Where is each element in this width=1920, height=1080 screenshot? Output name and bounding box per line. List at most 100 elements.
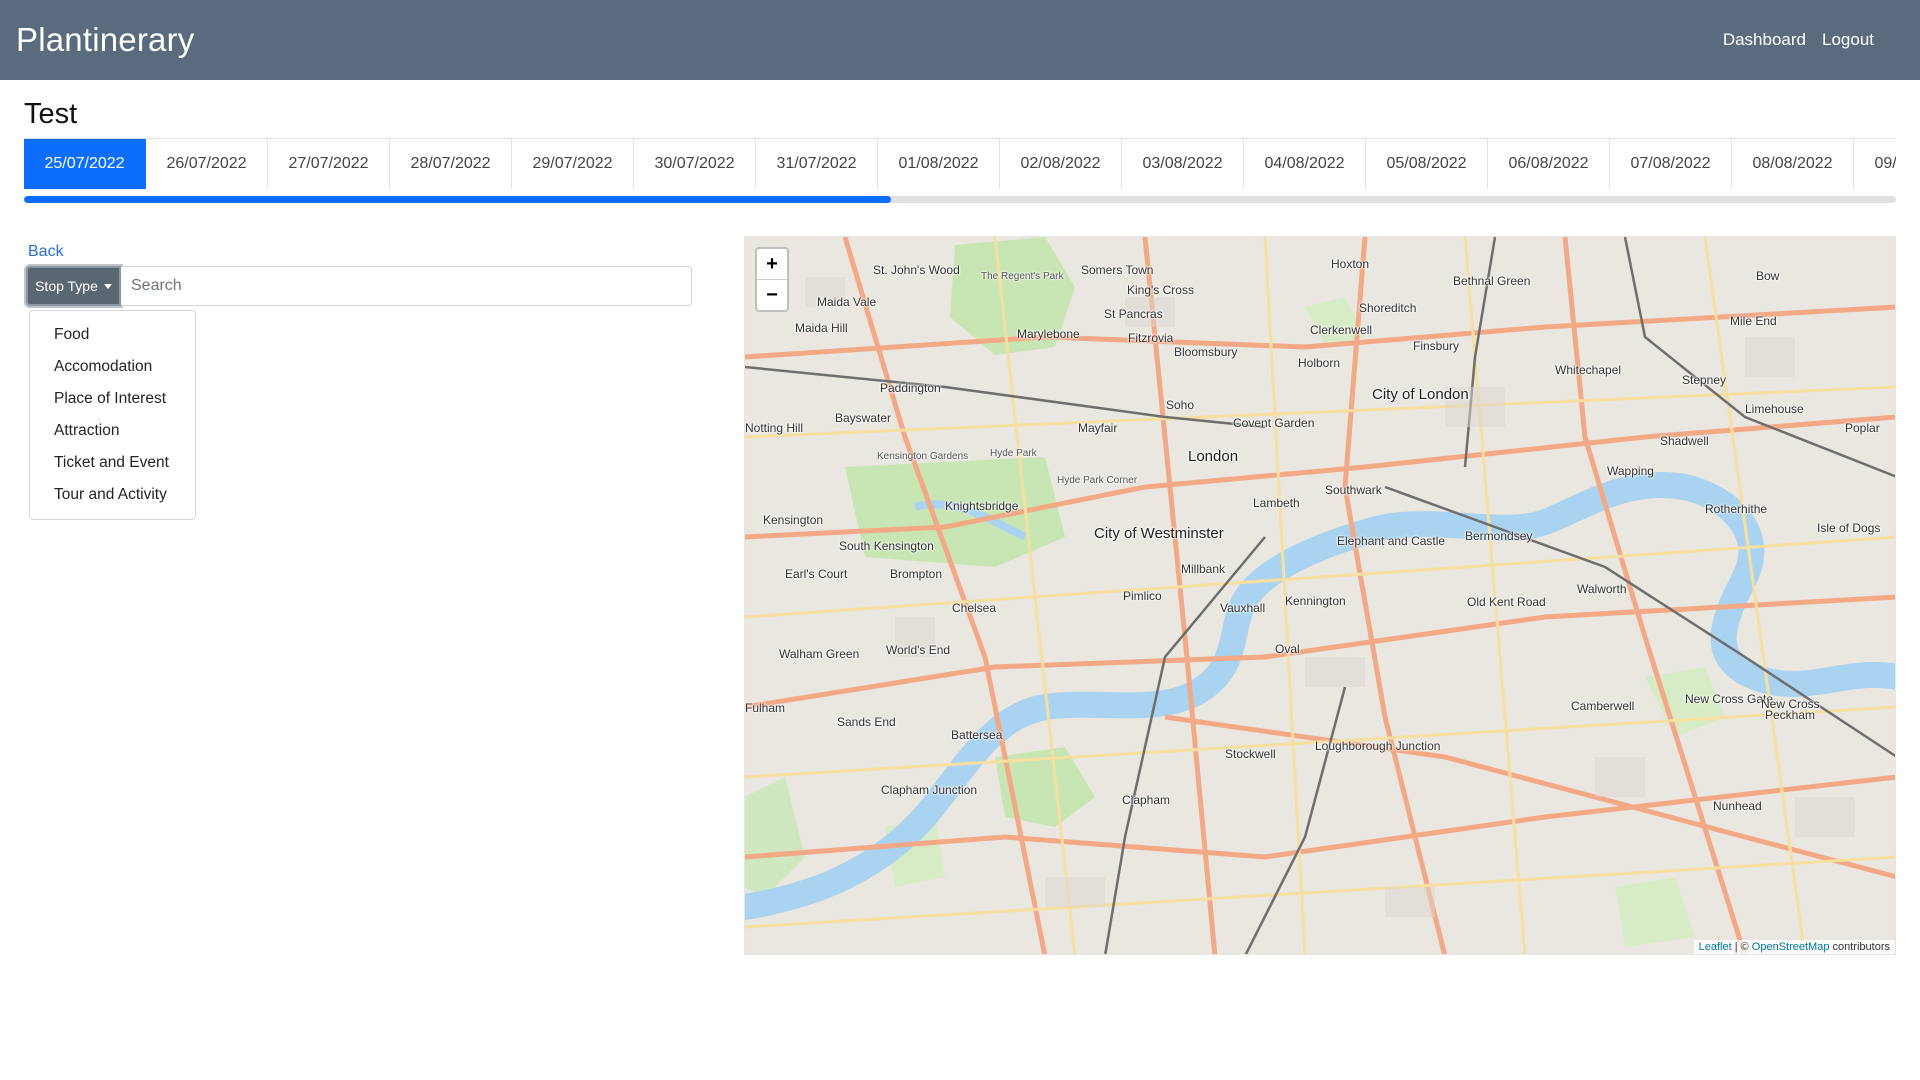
map-place-label: Kensington — [763, 513, 824, 527]
date-tab[interactable]: 29/07/2022 — [512, 139, 634, 189]
date-tab[interactable]: 02/08/2022 — [1000, 139, 1122, 189]
map-place-label: Lambeth — [1253, 496, 1300, 510]
map-place-label: Fulham — [745, 701, 786, 715]
map-zoom-control: + − — [755, 247, 789, 312]
nav-links: Dashboard Logout — [1723, 28, 1874, 52]
date-tabs: 25/07/2022 26/07/2022 27/07/2022 28/07/2022… — [24, 139, 1896, 189]
top-navbar: Plantinerary Dashboard Logout — [0, 0, 1920, 80]
stop-type-option[interactable]: Ticket and Event — [30, 447, 195, 479]
map-place-label: Clapham Junction — [881, 783, 978, 797]
map-place-label: Holborn — [1298, 356, 1341, 370]
map-place-label: Notting Hill — [745, 421, 804, 435]
tabs-scroll-progress[interactable] — [24, 196, 1896, 203]
map-place-label: Shoreditch — [1359, 301, 1417, 315]
map-place-label: Shadwell — [1660, 434, 1709, 448]
date-tab[interactable]: 28/07/2022 — [390, 139, 512, 189]
stop-type-option[interactable]: Food — [30, 319, 195, 351]
map-place-label: Kensington Gardens — [877, 451, 969, 462]
map-place-label: Bow — [1756, 269, 1780, 283]
map-place-label: Old Kent Road — [1467, 595, 1546, 609]
map-place-label: Mile End — [1730, 314, 1777, 328]
stop-type-option[interactable]: Attraction — [30, 415, 195, 447]
stop-type-dropdown-button[interactable]: Stop Type — [26, 266, 121, 306]
back-link[interactable]: Back — [28, 242, 64, 262]
stop-type-dropdown-menu: Food Accomodation Place of Interest Attract… — [29, 310, 196, 520]
map-place-label: Walham Green — [779, 647, 860, 661]
date-tab[interactable]: 08/08/2022 — [1732, 139, 1854, 189]
map-place-label: Hyde Park — [990, 448, 1037, 459]
tabs-scroll-progress-fill — [24, 196, 891, 203]
map-place-label: Covent Garden — [1233, 416, 1315, 430]
date-tab[interactable]: 09/08/2022 — [1854, 139, 1896, 189]
map-place-label: Kennington — [1285, 594, 1346, 608]
date-tab[interactable]: 04/08/2022 — [1244, 139, 1366, 189]
map-place-label: Somers Town — [1081, 263, 1154, 277]
map-place-label: South Kensington — [839, 539, 934, 553]
map-place-label: Wapping — [1607, 464, 1654, 478]
date-tab[interactable]: 01/08/2022 — [878, 139, 1000, 189]
map-place-label: Clerkenwell — [1310, 323, 1373, 337]
nav-dashboard-link[interactable]: Dashboard — [1723, 28, 1806, 52]
map-place-label: Stepney — [1682, 373, 1727, 387]
map-place-label: Knightsbridge — [945, 499, 1019, 513]
date-tab[interactable]: 05/08/2022 — [1366, 139, 1488, 189]
stop-type-button-label: Stop Type — [35, 278, 98, 294]
date-tab[interactable]: 26/07/2022 — [146, 139, 268, 189]
date-tab[interactable]: 07/08/2022 — [1610, 139, 1732, 189]
map-place-label: Earl's Court — [785, 567, 848, 581]
map-place-label: Southwark — [1325, 483, 1382, 497]
caret-down-icon — [103, 283, 112, 289]
map-place-label: Millbank — [1181, 562, 1226, 576]
search-group: Stop Type — [26, 266, 692, 306]
stop-type-option[interactable]: Accomodation — [30, 351, 195, 383]
date-tab[interactable]: 03/08/2022 — [1122, 139, 1244, 189]
map-place-label: Whitechapel — [1555, 363, 1622, 377]
date-tab[interactable]: 27/07/2022 — [268, 139, 390, 189]
map-place-label: Nunhead — [1713, 799, 1762, 813]
map-place-label: City of Westminster — [1094, 525, 1224, 542]
map-place-label: The Regent's Park — [981, 271, 1064, 282]
map-place-label: Mayfair — [1078, 421, 1118, 435]
date-tab[interactable]: 25/07/2022 — [24, 139, 146, 189]
map-place-label: Limehouse — [1745, 402, 1804, 416]
attribution-separator: | © — [1734, 941, 1749, 953]
map-place-label: St. John's Wood — [873, 263, 960, 277]
map-place-label: King's Cross — [1127, 283, 1194, 297]
map-place-label: Bayswater — [835, 411, 892, 425]
map-place-label: Fitzrovia — [1128, 331, 1174, 345]
map-place-label: Poplar — [1845, 421, 1880, 435]
stop-type-option[interactable]: Tour and Activity — [30, 479, 195, 511]
stop-type-option[interactable]: Place of Interest — [30, 383, 195, 415]
page-title: Test — [24, 98, 78, 130]
map-place-label: Maida Vale — [817, 295, 877, 309]
map-place-label: Walworth — [1577, 582, 1627, 596]
map-place-label: St Pancras — [1104, 307, 1163, 321]
map-place-label: Chelsea — [952, 601, 997, 615]
map-place-label: Vauxhall — [1220, 601, 1266, 615]
date-tab[interactable]: 06/08/2022 — [1488, 139, 1610, 189]
date-tab[interactable]: 30/07/2022 — [634, 139, 756, 189]
map-place-label: London — [1188, 448, 1239, 465]
openstreetmap-link[interactable]: OpenStreetMap — [1752, 941, 1830, 953]
map-place-label: Finsbury — [1413, 339, 1460, 353]
map-place-label: Brompton — [890, 567, 943, 581]
attribution-suffix: contributors — [1832, 941, 1890, 953]
zoom-in-button[interactable]: + — [757, 249, 787, 279]
date-tab[interactable]: 31/07/2022 — [756, 139, 878, 189]
map-place-label: Clapham — [1122, 793, 1171, 807]
map-place-label: Maida Hill — [795, 321, 848, 335]
map-place-label: Marylebone — [1017, 327, 1080, 341]
zoom-out-button[interactable]: − — [757, 279, 787, 310]
map-place-label: Paddington — [880, 381, 941, 395]
map-place-label: Bethnal Green — [1453, 274, 1531, 288]
nav-logout-link[interactable]: Logout — [1822, 28, 1874, 52]
map-place-label: New Cross Gate — [1685, 692, 1774, 706]
map-place-label: City of London — [1372, 386, 1469, 403]
date-tabs-scroller[interactable]: 25/07/2022 26/07/2022 27/07/2022 28/07/2022… — [24, 138, 1896, 189]
map-attribution: Leaflet | © OpenStreetMap contributors — [1693, 940, 1895, 954]
map-place-label: Sands End — [837, 715, 896, 729]
map[interactable]: St. John's Wood The Regent's Park Somers T… — [744, 236, 1896, 955]
leaflet-link[interactable]: Leaflet — [1699, 941, 1732, 953]
search-input[interactable] — [121, 266, 692, 306]
brand-logo-text[interactable]: Plantinerary — [16, 20, 195, 60]
